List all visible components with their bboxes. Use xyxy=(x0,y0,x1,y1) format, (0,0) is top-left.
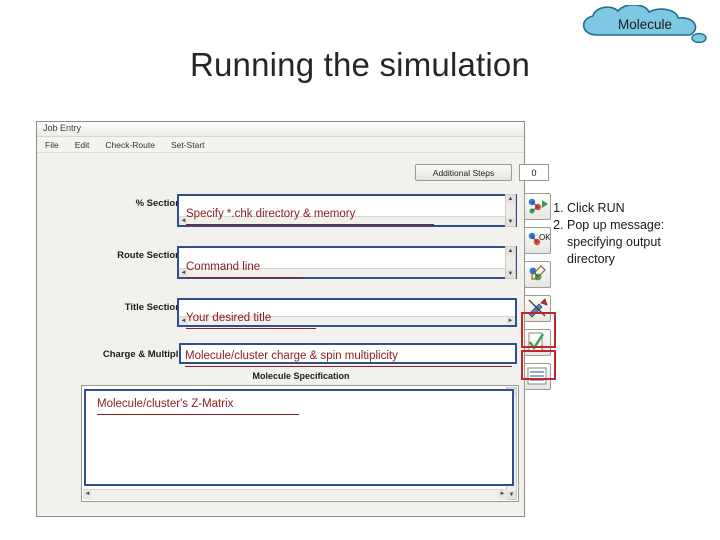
charge-multiplicity-label: Charge & Multipl. xyxy=(102,349,181,360)
scroll-up-icon[interactable]: ▲ xyxy=(506,247,515,255)
route-section-annotation-underline xyxy=(186,277,301,278)
molspec-hscrollbar[interactable]: ◄ ► xyxy=(83,489,507,500)
scroll-down-icon[interactable]: ▼ xyxy=(507,491,516,499)
additional-steps-value[interactable]: 0 xyxy=(519,164,549,181)
title-section-row: Title Section ◄ ► xyxy=(37,298,526,336)
route-section-annotation: Command line xyxy=(186,261,261,273)
route-section-vscrollbar[interactable]: ▲ ▼ xyxy=(505,246,516,279)
percent-section-label: % Section xyxy=(135,198,181,209)
menu-item-edit[interactable]: Edit xyxy=(75,140,90,150)
run-molecule-icon[interactable] xyxy=(524,193,551,220)
percent-section-vscrollbar[interactable]: ▲ ▼ xyxy=(505,194,516,227)
charge-multiplicity-annotation: Molecule/cluster charge & spin multiplic… xyxy=(185,350,398,362)
percent-section-annotation: Specify *.chk directory & memory xyxy=(186,208,356,220)
run-button-highlight xyxy=(521,312,556,348)
percent-section-annotation-underline xyxy=(186,224,434,225)
title-section-annotation-underline xyxy=(186,328,316,329)
zmatrix-annotation: Molecule/cluster's Z-Matrix xyxy=(97,398,234,410)
zmatrix-annotation-underline xyxy=(97,414,299,415)
ok-molecule-icon[interactable]: OK xyxy=(524,227,551,254)
route-section-label: Route Section xyxy=(117,250,181,261)
window-titlebar: Job Entry xyxy=(37,122,524,137)
scroll-down-icon[interactable]: ▼ xyxy=(506,218,515,226)
menu-item-check-route[interactable]: Check-Route xyxy=(105,140,155,150)
menu-item-file[interactable]: File xyxy=(45,140,59,150)
route-section-row: Route Section ◄ ► ▲ ▼ xyxy=(37,246,526,284)
job-entry-window: Job Entry File Edit Check-Route Set-Star… xyxy=(36,121,556,517)
molecule-cloud-callout: Molecule xyxy=(575,5,715,43)
title-section-label: Title Section xyxy=(124,302,181,313)
menubar: File Edit Check-Route Set-Start xyxy=(37,137,524,153)
instruction-item-1: Click RUN xyxy=(567,200,708,217)
scroll-down-icon[interactable]: ▼ xyxy=(506,270,515,278)
scroll-up-icon[interactable]: ▲ xyxy=(506,195,515,203)
molecule-specification-label: Molecule Specification xyxy=(252,371,350,381)
scroll-left-icon[interactable]: ◄ xyxy=(83,490,92,499)
cloud-label: Molecule xyxy=(617,17,673,32)
edit-molecule-icon[interactable] xyxy=(524,261,551,288)
scroll-right-icon[interactable]: ► xyxy=(498,490,507,499)
menu-item-set-start[interactable]: Set-Start xyxy=(171,140,205,150)
instructions-list: Click RUN Pop up message: specifying out… xyxy=(548,200,708,268)
ok-button-highlight xyxy=(521,350,556,380)
scroll-right-icon[interactable]: ► xyxy=(506,317,515,325)
additional-steps-row: Additional Steps 0 xyxy=(37,162,549,188)
instruction-item-2: Pop up message: specifying output direct… xyxy=(567,217,708,268)
title-section-annotation: Your desired title xyxy=(186,312,272,324)
page-title: Running the simulation xyxy=(189,46,531,83)
additional-steps-button[interactable]: Additional Steps xyxy=(415,164,512,181)
charge-multiplicity-annotation-underline xyxy=(185,366,512,367)
